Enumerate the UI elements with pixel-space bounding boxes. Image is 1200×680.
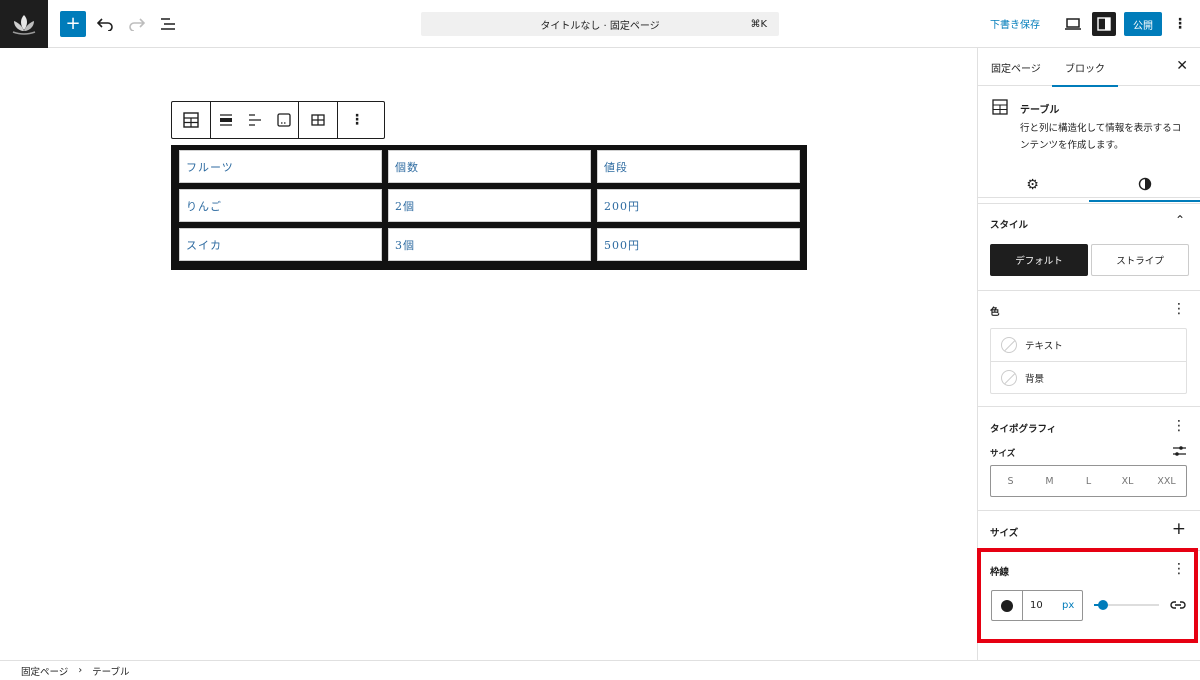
table-cell[interactable]: 200円 bbox=[597, 189, 800, 222]
table-edit-icon bbox=[311, 114, 325, 126]
align-left-icon bbox=[248, 114, 261, 126]
table-cell[interactable]: スイカ bbox=[179, 228, 382, 261]
editor-header: + タイトルなし · 固定ページ ⌘K 下書き保存 公開 ⋮ bbox=[0, 0, 1200, 48]
table-cell[interactable]: 2個 bbox=[388, 189, 591, 222]
plus-icon[interactable]: + bbox=[1172, 519, 1186, 539]
caption-button[interactable] bbox=[269, 102, 298, 138]
options-button[interactable]: ⋮ bbox=[1168, 12, 1192, 36]
block-options-button[interactable]: ⋮ bbox=[338, 102, 376, 138]
breadcrumb: 固定ページ › テーブル bbox=[0, 660, 1200, 680]
style-stripes-button[interactable]: ストライプ bbox=[1091, 244, 1189, 276]
table-cell[interactable]: 値段 bbox=[597, 150, 800, 183]
table-cell[interactable]: 3個 bbox=[388, 228, 591, 261]
lotus-logo-icon bbox=[12, 15, 36, 35]
border-color-button[interactable] bbox=[992, 591, 1023, 620]
font-size-picker: S M L XL XXL bbox=[990, 465, 1187, 497]
size-option[interactable]: S bbox=[991, 466, 1030, 496]
dimensions-panel-title: サイズ bbox=[990, 528, 1019, 539]
empty-color-swatch-icon bbox=[1001, 369, 1017, 386]
redo-button[interactable] bbox=[125, 12, 149, 36]
color-item-text[interactable]: テキスト bbox=[991, 329, 1186, 361]
table-icon bbox=[183, 112, 199, 128]
color-item-label: テキスト bbox=[1025, 341, 1063, 352]
slider-thumb[interactable] bbox=[1098, 600, 1108, 610]
align-wide-button[interactable] bbox=[211, 102, 240, 138]
unlink-icon[interactable] bbox=[1170, 598, 1186, 612]
undo-button[interactable] bbox=[93, 12, 117, 36]
block-type-button[interactable] bbox=[172, 102, 210, 138]
list-view-icon bbox=[161, 18, 175, 30]
color-item-label: 背景 bbox=[1025, 373, 1045, 385]
border-unit-select[interactable]: px bbox=[1062, 600, 1074, 611]
color-item-background[interactable]: 背景 bbox=[991, 361, 1186, 393]
desktop-icon bbox=[1065, 18, 1081, 30]
plus-icon: + bbox=[65, 13, 81, 34]
document-overview-button[interactable] bbox=[156, 12, 180, 36]
contrast-icon bbox=[1138, 177, 1151, 191]
border-width-control: 10 px bbox=[991, 590, 1083, 621]
gear-icon: ⚙ bbox=[1026, 177, 1039, 193]
shortcut-hint: ⌘K bbox=[750, 18, 767, 30]
breadcrumb-item[interactable]: 固定ページ bbox=[21, 664, 68, 678]
style-default-button[interactable]: デフォルト bbox=[990, 244, 1088, 276]
align-left-button[interactable] bbox=[240, 102, 269, 138]
table-grid: フルーツ 個数 値段 りんご 2個 200円 スイカ 3個 500円 bbox=[176, 150, 802, 261]
edit-table-button[interactable] bbox=[299, 102, 337, 138]
inspector-tabs: ⚙ bbox=[977, 168, 1200, 202]
tab-styles[interactable] bbox=[1089, 168, 1200, 202]
font-size-label: サイズ bbox=[990, 449, 1016, 459]
align-wide-icon bbox=[219, 114, 232, 126]
size-option[interactable]: L bbox=[1069, 466, 1108, 496]
caption-icon bbox=[276, 113, 291, 127]
border-width-input[interactable]: 10 bbox=[1030, 600, 1043, 611]
size-option[interactable]: M bbox=[1030, 466, 1069, 496]
color-indicator-icon bbox=[1001, 599, 1013, 612]
settings-toggle-button[interactable] bbox=[1092, 12, 1116, 36]
empty-color-swatch-icon bbox=[1001, 337, 1017, 353]
tab-settings[interactable]: ⚙ bbox=[977, 168, 1088, 202]
add-block-button[interactable]: + bbox=[60, 11, 86, 37]
table-cell[interactable]: フルーツ bbox=[179, 150, 382, 183]
save-draft-button[interactable]: 下書き保存 bbox=[990, 16, 1040, 31]
border-width-slider[interactable] bbox=[1094, 600, 1159, 610]
style-panel-title: スタイル bbox=[990, 220, 1029, 231]
sidebar-icon bbox=[1097, 17, 1111, 31]
table-cell[interactable]: りんご bbox=[179, 189, 382, 222]
dimensions-panel: サイズ + bbox=[977, 510, 1200, 550]
document-title: タイトルなし · 固定ページ bbox=[540, 20, 660, 32]
color-options-icon[interactable]: ⋮ bbox=[1172, 302, 1186, 316]
publish-button[interactable]: 公開 bbox=[1124, 12, 1162, 36]
breadcrumb-item[interactable]: テーブル bbox=[92, 664, 129, 678]
size-option[interactable]: XL bbox=[1108, 466, 1147, 496]
table-cell[interactable]: 個数 bbox=[388, 150, 591, 183]
command-palette[interactable]: タイトルなし · 固定ページ ⌘K bbox=[421, 12, 779, 36]
site-logo[interactable] bbox=[0, 0, 48, 48]
chevron-right-icon: › bbox=[78, 665, 83, 676]
typography-panel-title: タイポグラフィ bbox=[990, 424, 1057, 435]
block-toolbar: ⋮ bbox=[171, 101, 385, 139]
chevron-up-icon[interactable]: ⌃ bbox=[1175, 213, 1185, 227]
color-list: テキスト 背景 bbox=[990, 328, 1187, 394]
redo-icon bbox=[129, 18, 145, 31]
more-vertical-icon: ⋮ bbox=[1173, 16, 1187, 32]
custom-size-icon[interactable] bbox=[1173, 445, 1186, 457]
table-cell[interactable]: 500円 bbox=[597, 228, 800, 261]
more-icon: ⋮ bbox=[350, 112, 364, 128]
preview-button[interactable] bbox=[1061, 12, 1085, 36]
size-option[interactable]: XXL bbox=[1147, 466, 1186, 496]
typography-options-icon[interactable]: ⋮ bbox=[1172, 419, 1186, 433]
table-block[interactable]: フルーツ 個数 値段 りんご 2個 200円 スイカ 3個 500円 bbox=[171, 145, 807, 270]
editor-canvas[interactable]: ⋮ フルーツ 個数 値段 りんご 2個 200円 スイカ 3個 500円 bbox=[0, 48, 977, 660]
color-panel-title: 色 bbox=[990, 307, 1000, 318]
undo-icon bbox=[97, 18, 113, 31]
